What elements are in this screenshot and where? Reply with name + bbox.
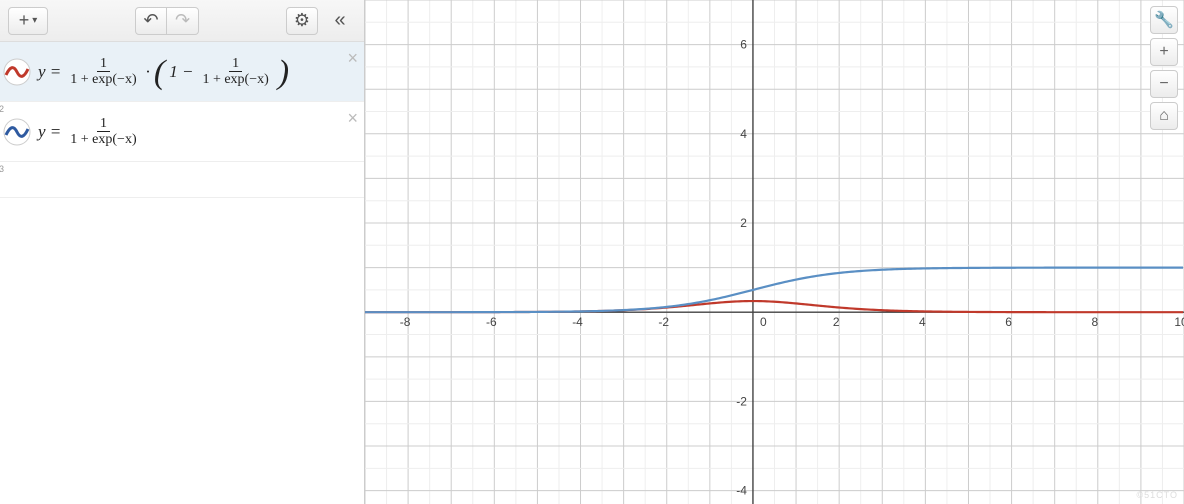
svg-text:2: 2	[833, 315, 840, 329]
home-button[interactable]: ⌂	[1150, 102, 1178, 130]
wave-icon[interactable]	[2, 57, 32, 87]
svg-text:6: 6	[740, 38, 747, 52]
undo-button[interactable]: ↶	[135, 7, 167, 35]
collapse-panel-button[interactable]: «	[324, 7, 356, 35]
add-expression-button[interactable]: + ▾	[8, 7, 48, 35]
zoom-out-button[interactable]: −	[1150, 70, 1178, 98]
redo-button[interactable]: ↷	[167, 7, 199, 35]
plus-icon: +	[19, 10, 30, 31]
expression-formula[interactable]: y = 11 + exp(−x)	[38, 116, 334, 148]
svg-text:-2: -2	[658, 315, 669, 329]
plus-icon: +	[1159, 43, 1168, 61]
expression-row[interactable]: 1 y = 11 + exp(−x) · ( 1 − 11 + exp(−x) …	[0, 42, 364, 102]
fraction-denominator: 1 + exp(−x)	[70, 72, 136, 87]
graph-settings-button[interactable]: 🔧	[1150, 6, 1178, 34]
graph-controls: 🔧 + − ⌂	[1150, 6, 1178, 130]
row-index: 2	[0, 104, 4, 114]
fraction-denominator: 1 + exp(−x)	[202, 72, 268, 87]
watermark: ©51CTO	[1137, 490, 1178, 500]
settings-button[interactable]: ⚙	[286, 7, 318, 35]
svg-text:6: 6	[1005, 315, 1012, 329]
svg-text:-4: -4	[572, 315, 583, 329]
toolbar: + ▾ ↶ ↷ ⚙ «	[0, 0, 364, 42]
paren-open: (	[154, 63, 165, 83]
home-icon: ⌂	[1159, 107, 1169, 125]
svg-text:0: 0	[760, 315, 767, 329]
svg-text:-8: -8	[400, 315, 411, 329]
svg-text:-6: -6	[486, 315, 497, 329]
svg-text:-2: -2	[736, 394, 747, 408]
caret-down-icon: ▾	[32, 15, 37, 26]
chevron-left-icon: «	[334, 9, 345, 32]
minus-icon: −	[1159, 75, 1168, 93]
svg-text:2: 2	[740, 216, 747, 230]
fraction-numerator: 1	[97, 116, 110, 132]
svg-text:4: 4	[740, 127, 747, 141]
wave-icon[interactable]	[2, 117, 32, 147]
delete-expression-button[interactable]: ×	[347, 108, 358, 129]
expression-row-empty[interactable]: 3	[0, 162, 364, 198]
paren-close: )	[278, 63, 289, 83]
row-index: 3	[0, 164, 4, 174]
expression-list: 1 y = 11 + exp(−x) · ( 1 − 11 + exp(−x) …	[0, 42, 364, 504]
wrench-icon: 🔧	[1154, 10, 1174, 30]
delete-expression-button[interactable]: ×	[347, 48, 358, 69]
zoom-in-button[interactable]: +	[1150, 38, 1178, 66]
expression-formula[interactable]: y = 11 + exp(−x) · ( 1 − 11 + exp(−x) )	[38, 56, 334, 88]
formula-text: y =	[38, 122, 61, 142]
formula-text: ·	[146, 62, 150, 82]
svg-text:10: 10	[1174, 315, 1184, 329]
expression-panel: + ▾ ↶ ↷ ⚙ « 1 y = 11 + exp(−x) · (	[0, 0, 365, 504]
formula-text: 1 −	[169, 62, 193, 82]
svg-text:4: 4	[919, 315, 926, 329]
formula-text: y =	[38, 62, 61, 82]
svg-text:8: 8	[1091, 315, 1098, 329]
fraction-numerator: 1	[97, 56, 110, 72]
fraction-denominator: 1 + exp(−x)	[70, 132, 136, 147]
undo-icon: ↶	[143, 10, 158, 31]
gear-icon: ⚙	[294, 10, 310, 31]
graph-area[interactable]: -8 -6 -4 -2 0 2 4 6 8 10 -4 -2 2 4 6 🔧 + − ⌂ ©51CTO	[365, 0, 1184, 504]
graph-canvas[interactable]: -8 -6 -4 -2 0 2 4 6 8 10 -4 -2 2 4 6	[365, 0, 1184, 504]
redo-icon: ↷	[175, 10, 190, 31]
fraction-numerator: 1	[229, 56, 242, 72]
svg-text:-4: -4	[736, 484, 747, 498]
expression-row[interactable]: 2 y = 11 + exp(−x) ×	[0, 102, 364, 162]
